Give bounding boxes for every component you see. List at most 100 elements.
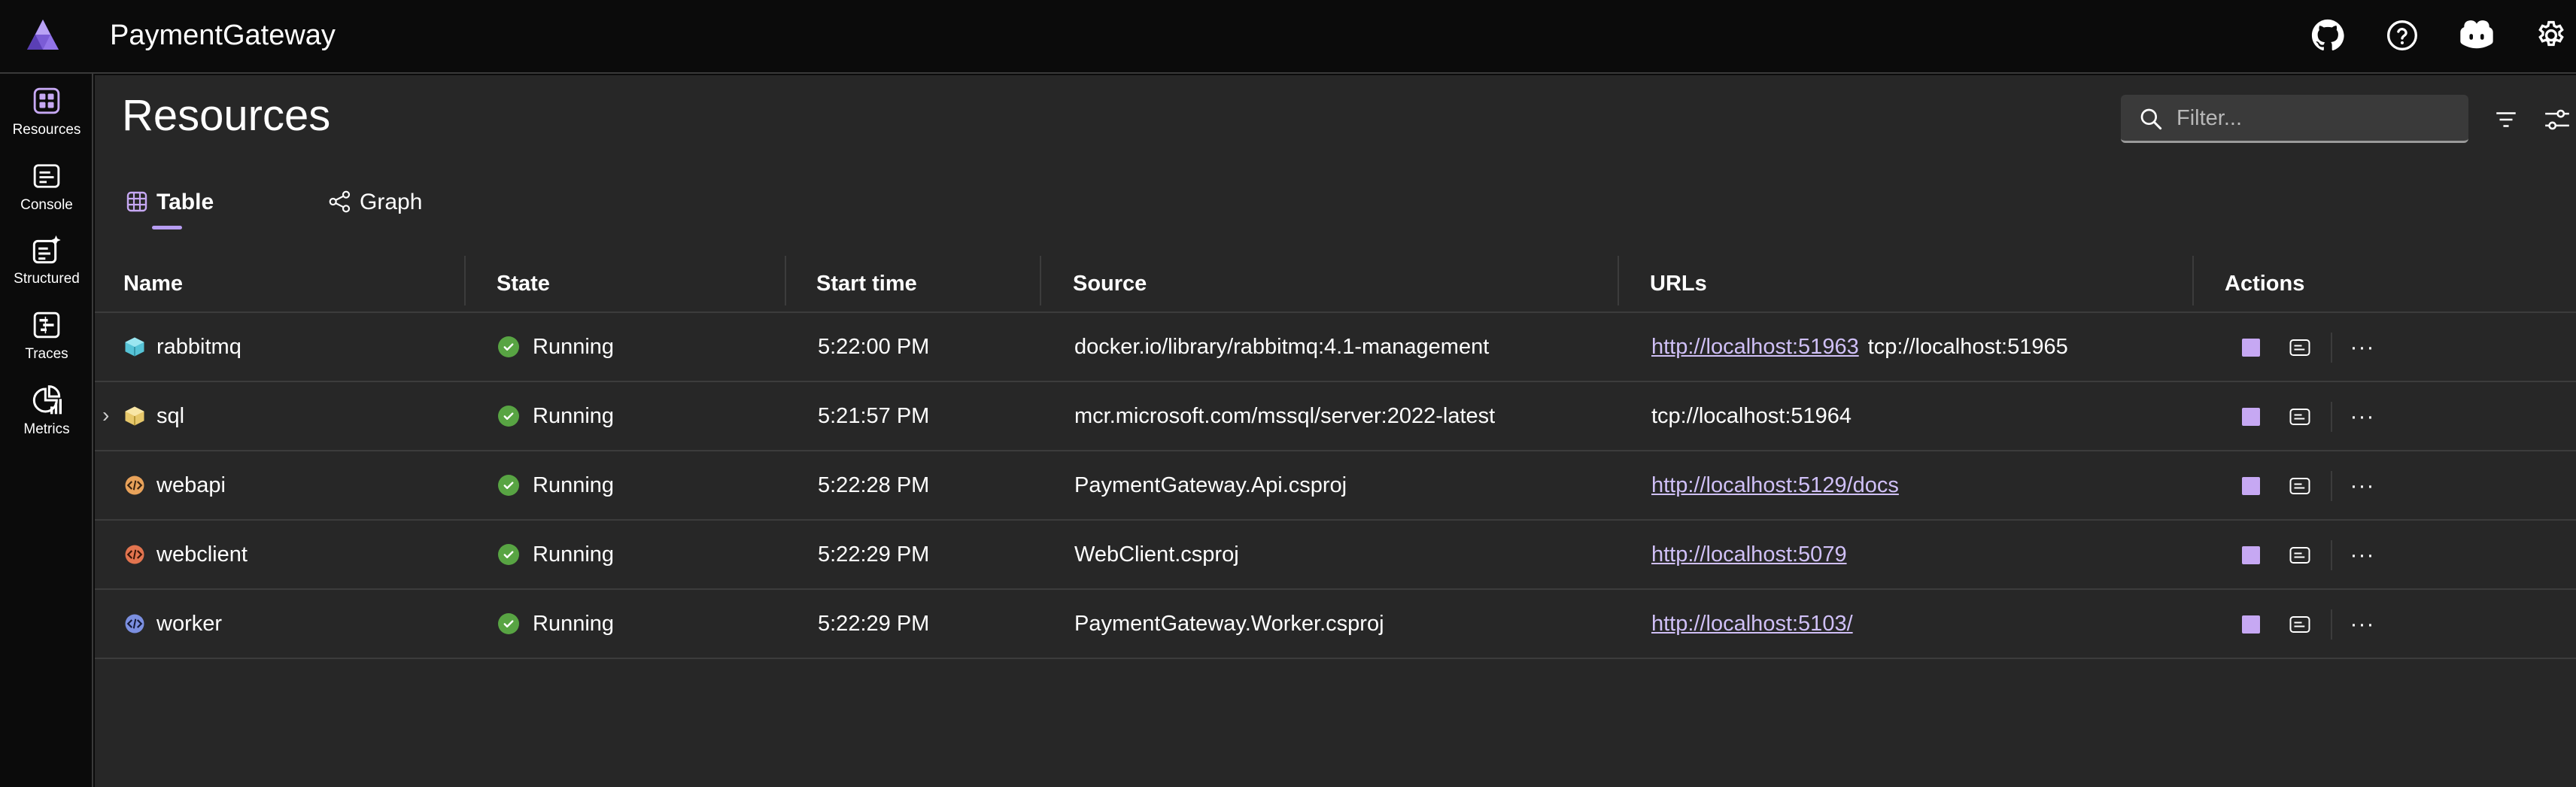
more-actions-button[interactable]: ··· [2347, 609, 2377, 640]
nav-item-metrics[interactable]: Metrics [0, 384, 93, 451]
running-check-icon [498, 475, 519, 496]
expand-chevron-icon[interactable]: › [102, 403, 109, 427]
aspire-logo-icon[interactable] [26, 18, 60, 53]
help-icon[interactable] [2383, 17, 2421, 54]
source-cell: WebClient.csproj [1074, 542, 1239, 567]
resource-name[interactable]: worker [156, 612, 222, 637]
endpoint-text: tcp://localhost:51964 [1651, 403, 1852, 428]
resource-name-cell: webclient [123, 521, 248, 588]
more-icon: ··· [2350, 404, 2375, 429]
column-header-name[interactable]: Name [123, 254, 183, 313]
console-logs-icon [2289, 409, 2310, 425]
stop-button[interactable] [2236, 471, 2266, 501]
stop-button[interactable] [2236, 402, 2266, 432]
resource-name[interactable]: webapi [156, 473, 226, 498]
table-row[interactable]: webapi Running 5:22:28 PM PaymentGateway… [95, 451, 2576, 521]
running-check-icon [498, 613, 519, 634]
endpoint-link[interactable]: http://localhost:5079 [1651, 542, 1847, 567]
nav-item-console[interactable]: Console [0, 160, 93, 227]
filter-icon[interactable] [2489, 102, 2523, 137]
table-row[interactable]: worker Running 5:22:29 PM PaymentGateway… [95, 590, 2576, 659]
console-logs-button[interactable] [2285, 471, 2315, 501]
more-actions-button[interactable]: ··· [2347, 540, 2377, 570]
console-logs-button[interactable] [2285, 540, 2315, 570]
resource-name-cell: worker [123, 590, 222, 658]
nav-label: Console [20, 197, 73, 213]
more-actions-button[interactable]: ··· [2347, 471, 2377, 501]
endpoint-text: tcp://localhost:51965 [1867, 334, 2068, 359]
action-divider [2331, 402, 2332, 432]
stop-icon [2242, 615, 2260, 634]
endpoint-link[interactable]: http://localhost:5129/docs [1651, 473, 1899, 498]
more-icon: ··· [2350, 612, 2375, 637]
table-row[interactable]: webclient Running 5:22:29 PM WebClient.c… [95, 521, 2576, 590]
nav-item-resources[interactable]: Resources [0, 84, 93, 152]
container-icon [125, 406, 144, 426]
table-icon [126, 191, 147, 212]
console-icon [30, 160, 63, 193]
column-header-state[interactable]: State [497, 254, 550, 313]
running-check-icon [498, 336, 519, 357]
action-divider [2331, 333, 2332, 363]
resource-name[interactable]: sql [156, 404, 184, 429]
running-check-icon [498, 406, 519, 427]
nav-item-structured[interactable]: Structured [0, 233, 93, 301]
resource-name[interactable]: webclient [156, 542, 248, 567]
stop-icon [2242, 546, 2260, 564]
filter-field[interactable] [2121, 95, 2468, 143]
github-icon[interactable] [2309, 17, 2347, 54]
stop-button[interactable] [2236, 609, 2266, 640]
top-bar: PaymentGateway [0, 0, 2576, 74]
column-resize-handle[interactable] [2192, 256, 2194, 305]
graph-icon [329, 190, 351, 213]
settings-icon[interactable] [2532, 17, 2570, 54]
more-icon: ··· [2350, 335, 2375, 360]
state-cell: Running [498, 382, 614, 450]
resource-name[interactable]: rabbitmq [156, 335, 242, 360]
stop-button[interactable] [2236, 333, 2266, 363]
more-icon: ··· [2350, 542, 2375, 567]
column-header-source[interactable]: Source [1073, 254, 1147, 313]
more-actions-button[interactable]: ··· [2347, 402, 2377, 432]
urls-cell: http://localhost:5079 [1651, 521, 1856, 588]
page-title: Resources [122, 91, 331, 140]
resource-name-cell: sql [123, 382, 184, 450]
console-logs-icon [2289, 547, 2310, 564]
start-time-cell: 5:22:29 PM [818, 542, 930, 567]
resources-icon [30, 84, 63, 117]
nav-label: Metrics [23, 421, 70, 437]
column-resize-handle[interactable] [1040, 256, 1041, 305]
column-resize-handle[interactable] [1618, 256, 1619, 305]
main-content: Resources Table Graph Name State Start t… [95, 75, 2576, 787]
copilot-icon[interactable] [2458, 17, 2496, 54]
console-logs-button[interactable] [2285, 402, 2315, 432]
grid-header: Name State Start time Source URLs Action… [95, 254, 2576, 313]
state-text: Running [533, 403, 615, 428]
console-logs-icon [2289, 339, 2310, 356]
nav-item-traces[interactable]: Traces [0, 308, 93, 376]
filter-input[interactable] [2177, 102, 2455, 134]
start-time-cell: 5:21:57 PM [818, 403, 930, 428]
table-row[interactable]: › sql Running 5:21:57 PM mcr.microsoft.c… [95, 382, 2576, 451]
column-resize-handle[interactable] [785, 256, 786, 305]
stop-button[interactable] [2236, 540, 2266, 570]
app-title: PaymentGateway [110, 20, 336, 51]
tab-graph[interactable]: Graph [328, 187, 422, 232]
project-icon [125, 614, 144, 634]
stop-icon [2242, 339, 2260, 357]
table-row[interactable]: rabbitmq Running 5:22:00 PM docker.io/li… [95, 313, 2576, 382]
tab-table[interactable]: Table [125, 187, 214, 232]
endpoint-link[interactable]: http://localhost:5103/ [1651, 612, 1853, 637]
more-actions-button[interactable]: ··· [2347, 333, 2377, 363]
console-logs-button[interactable] [2285, 609, 2315, 640]
console-logs-button[interactable] [2285, 333, 2315, 363]
endpoint-link[interactable]: http://localhost:51963 [1651, 335, 1859, 360]
more-icon: ··· [2350, 473, 2375, 498]
column-header-start-time[interactable]: Start time [816, 254, 917, 313]
column-header-urls[interactable]: URLs [1650, 254, 1707, 313]
column-resize-handle[interactable] [464, 256, 466, 305]
container-icon [125, 337, 144, 357]
start-time-cell: 5:22:29 PM [818, 611, 930, 636]
options-sliders-icon[interactable] [2540, 102, 2574, 137]
state-cell: Running [498, 590, 614, 658]
